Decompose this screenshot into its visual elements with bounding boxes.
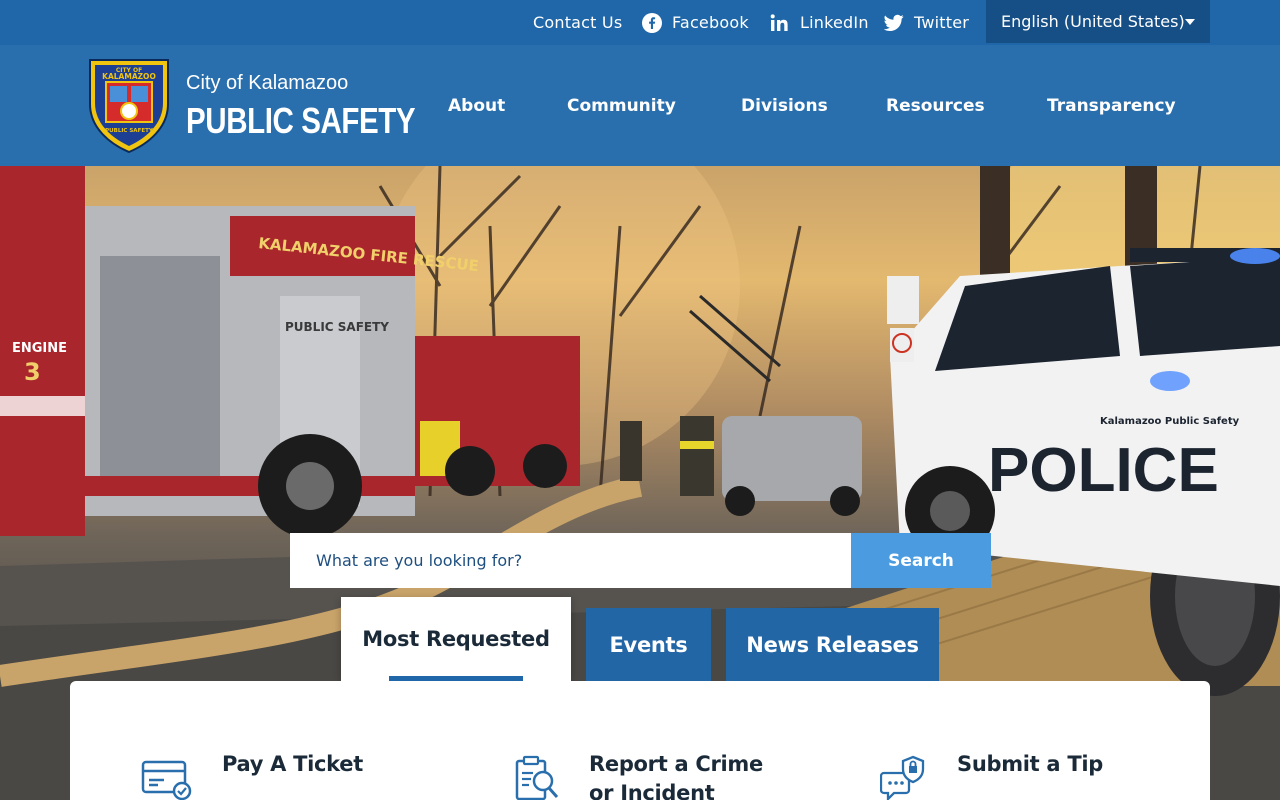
police-sub-text: Kalamazoo Public Safety: [1100, 416, 1240, 427]
quick-link-pay-ticket-label: Pay A Ticket: [222, 752, 363, 776]
engine-text: ENGINE: [12, 341, 67, 356]
police-text: POLICE: [988, 436, 1219, 505]
tab-events[interactable]: Events: [586, 608, 711, 682]
tab-news-releases[interactable]: News Releases: [726, 608, 939, 682]
quick-links-panel: Pay A Ticket Report a Crime or Incident: [70, 681, 1210, 800]
credit-card-icon: [140, 758, 192, 800]
linkedin-label: LinkedIn: [800, 13, 869, 32]
brand-department-name[interactable]: PUBLIC SAFETY: [186, 100, 416, 142]
quick-link-report-crime-label: Report a Crime or Incident: [589, 752, 763, 800]
search-button[interactable]: Search: [851, 533, 991, 588]
twitter-link[interactable]: Twitter: [884, 0, 969, 45]
site-header: CITY OF KALAMAZOO PUBLIC SAFETY City of …: [0, 45, 1280, 166]
nav-item-divisions[interactable]: Divisions: [741, 45, 828, 166]
language-label: English (United States): [1001, 12, 1185, 31]
nav-item-transparency[interactable]: Transparency: [1047, 45, 1176, 166]
badge-text-mid: KALAMAZOO: [102, 72, 156, 81]
badge-text-bottom: PUBLIC SAFETY: [105, 128, 154, 134]
brand-city-name[interactable]: City of Kalamazoo: [186, 72, 348, 95]
facebook-icon: [642, 12, 662, 33]
facebook-link[interactable]: Facebook: [642, 0, 749, 45]
truck-side-text: PUBLIC SAFETY: [285, 320, 389, 334]
linkedin-icon: [770, 13, 790, 33]
clipboard-search-icon: [513, 755, 565, 800]
facebook-label: Facebook: [672, 13, 749, 32]
nav-item-about[interactable]: About: [448, 45, 505, 166]
search-input[interactable]: [290, 533, 851, 588]
twitter-label: Twitter: [914, 13, 970, 32]
tab-most-requested[interactable]: Most Requested: [341, 597, 571, 681]
linkedin-link[interactable]: LinkedIn: [770, 0, 869, 45]
nav-item-community[interactable]: Community: [567, 45, 676, 166]
engine-number: 3: [24, 358, 41, 386]
twitter-icon: [884, 13, 904, 33]
chevron-down-icon: [1185, 19, 1195, 25]
nav-item-resources[interactable]: Resources: [886, 45, 985, 166]
utility-bar: Contact Us Facebook LinkedIn Twitter Eng…: [0, 0, 1280, 45]
chat-lock-icon: [879, 755, 932, 800]
language-select[interactable]: English (United States): [986, 0, 1210, 43]
tab-news-releases-label: News Releases: [746, 633, 919, 657]
tab-most-requested-label: Most Requested: [362, 627, 550, 651]
public-safety-badge-logo[interactable]: CITY OF KALAMAZOO PUBLIC SAFETY: [86, 56, 172, 154]
tab-events-label: Events: [609, 633, 688, 657]
site-search: Search: [290, 533, 991, 588]
contact-us-label: Contact Us: [533, 13, 623, 32]
contact-us-link[interactable]: Contact Us: [533, 0, 622, 45]
quick-link-submit-tip-label: Submit a Tip: [957, 752, 1103, 776]
